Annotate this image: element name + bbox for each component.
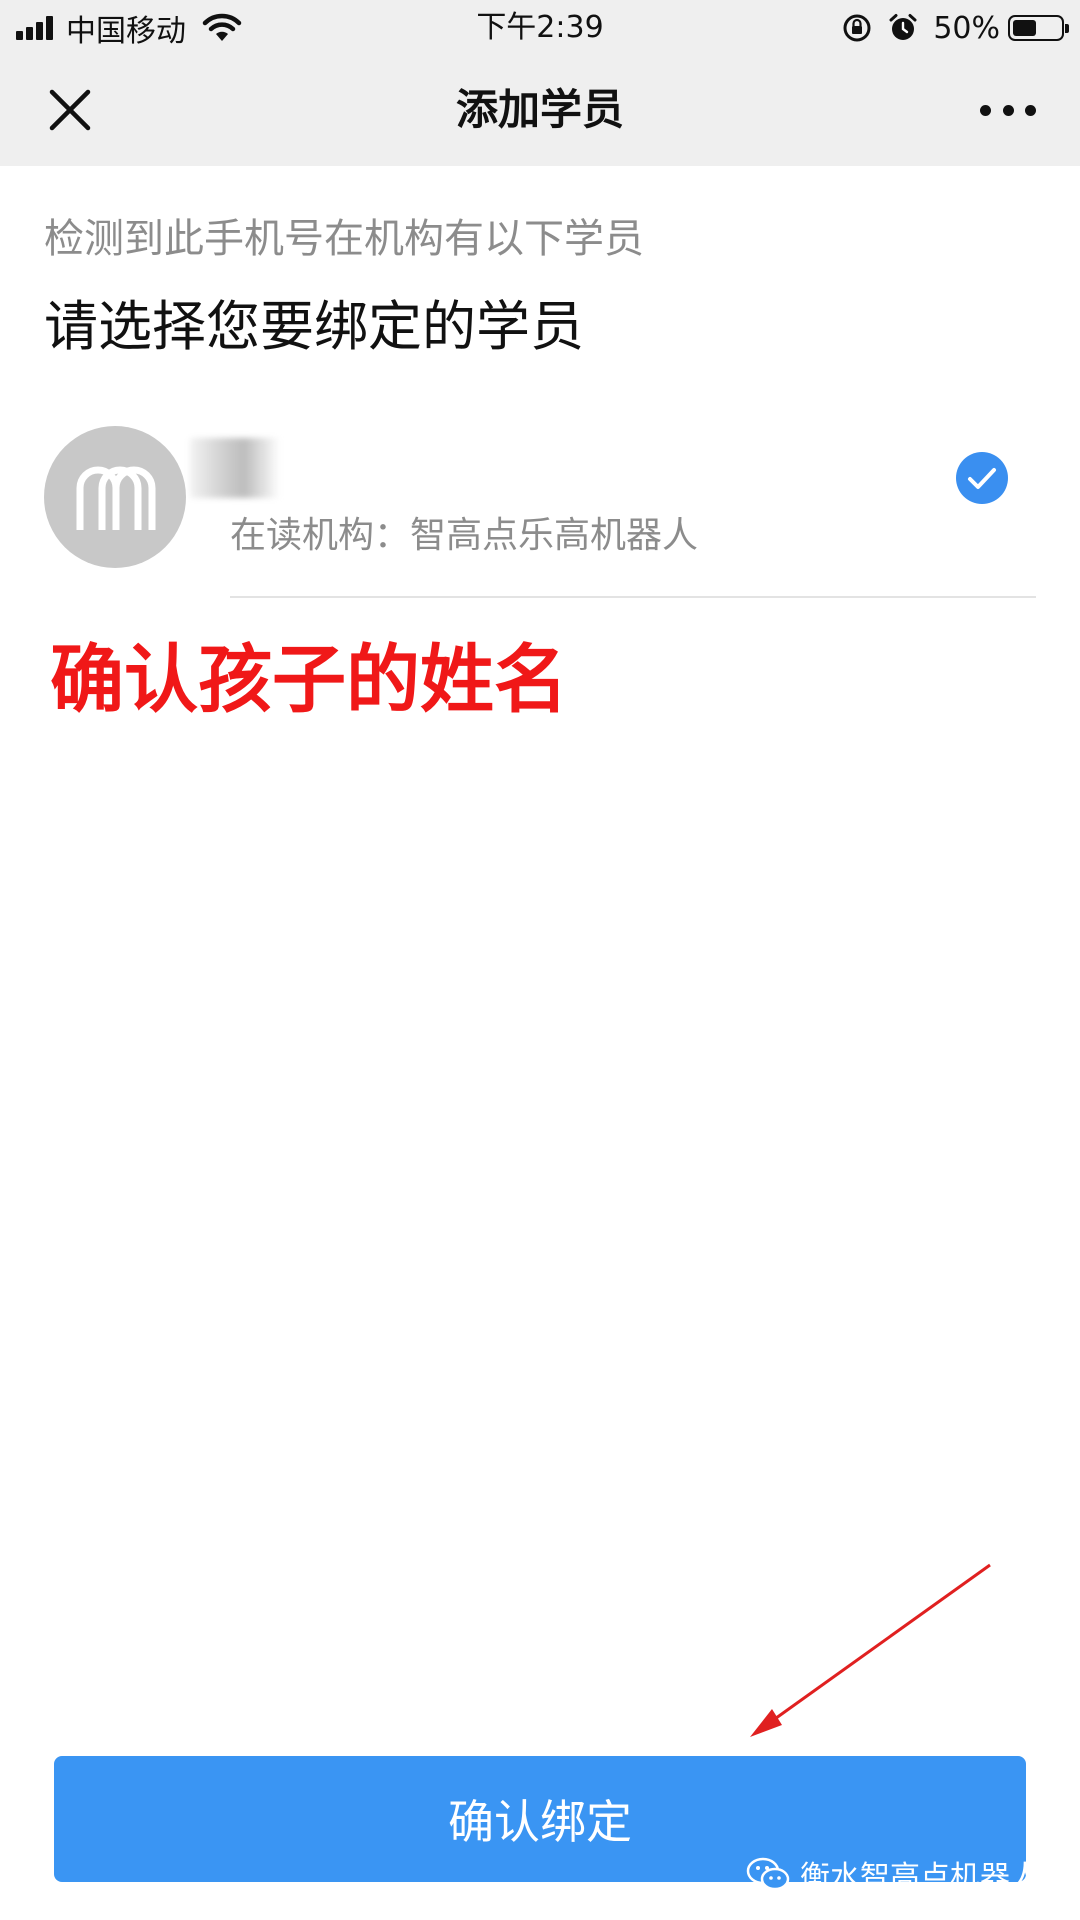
watermark-label: 衡水智高点机器人 xyxy=(800,1860,1040,1895)
brand-logo-icon xyxy=(76,466,156,530)
status-right: 50% xyxy=(841,8,1069,48)
nav-bar: 添加学员 xyxy=(0,54,1080,166)
battery-cap xyxy=(1065,24,1069,33)
more-icon[interactable] xyxy=(980,92,1036,128)
divider xyxy=(230,596,1036,598)
select-prompt: 请选择您要绑定的学员 xyxy=(44,295,584,358)
rotation-lock-icon xyxy=(843,14,871,42)
alarm-icon xyxy=(889,14,917,40)
checkmark-icon[interactable] xyxy=(956,452,1008,504)
student-school: 在读机构：智高点乐高机器人 xyxy=(230,515,699,556)
annotation-arrow xyxy=(750,1563,991,1737)
student-name-blurred xyxy=(190,438,280,498)
student-list-item[interactable]: 在读机构：智高点乐高机器人 xyxy=(0,420,1080,600)
battery-percent: 50% xyxy=(933,10,1000,46)
status-bar: 中国移动 下午2:39 50% xyxy=(0,0,1080,54)
wechat-icon xyxy=(746,1857,790,1891)
battery-fill xyxy=(1013,20,1036,36)
avatar xyxy=(44,426,186,568)
page-title: 添加学员 xyxy=(455,85,624,134)
watermark: 衡水智高点机器人 xyxy=(746,1852,1040,1896)
detection-hint: 检测到此手机号在机构有以下学员 xyxy=(44,216,644,262)
close-icon[interactable] xyxy=(44,84,96,136)
annotation-text: 确认孩子的姓名 xyxy=(50,637,568,723)
battery-icon xyxy=(1008,15,1069,41)
